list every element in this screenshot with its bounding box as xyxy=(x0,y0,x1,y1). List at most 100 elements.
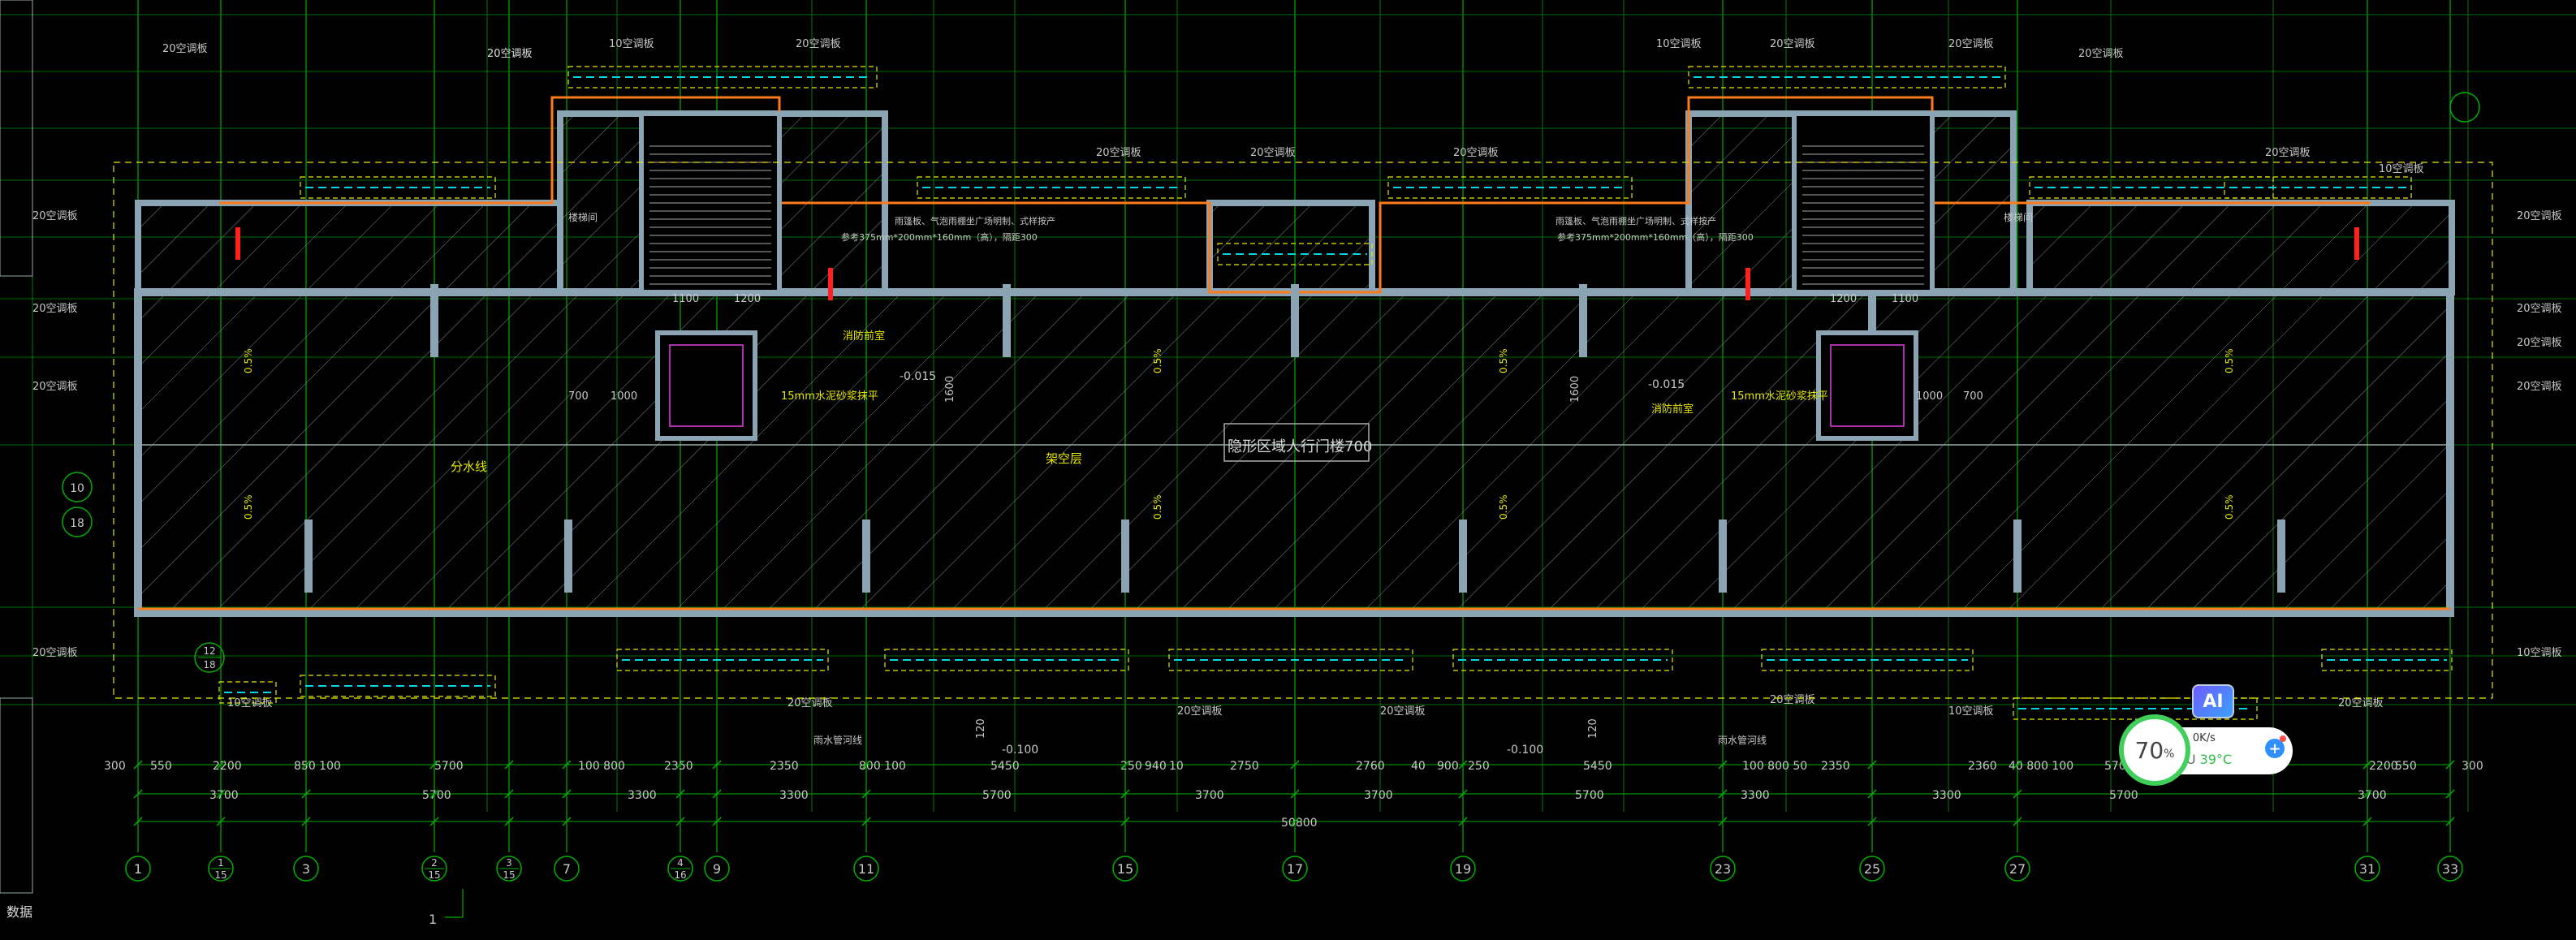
dim-right-edge: 300 xyxy=(2462,760,2483,773)
dim-left-edge: 300 xyxy=(104,760,126,773)
dim-value-row1: 550 xyxy=(2395,760,2417,773)
ac-board-label: 20空调板 xyxy=(2078,48,2124,60)
red-marker xyxy=(828,268,833,300)
dim-value-row1: 800 100 xyxy=(859,760,906,773)
wall-stub xyxy=(564,520,572,593)
axis-bottom-leader xyxy=(445,889,464,918)
ai-assistant-button[interactable]: AI xyxy=(2192,684,2234,718)
wall-stub xyxy=(430,284,438,357)
left-frame xyxy=(0,0,33,277)
ac-board-label: 20空调板 xyxy=(2517,210,2562,222)
left-axis-label: 18 xyxy=(203,659,215,671)
dim-value-row2: 3300 xyxy=(628,789,657,802)
dim-value-row1: 5700 xyxy=(434,760,464,773)
stair-room-left: 楼梯间 xyxy=(568,211,598,223)
drain-label-right: 雨水管河线 xyxy=(1718,734,1767,746)
left-frame-lower xyxy=(0,697,33,894)
dim-value-row1: 5450 xyxy=(1583,760,1612,773)
cpu-temp: 39°C xyxy=(2199,752,2233,767)
ac-board-label: 20空调板 xyxy=(1770,694,1815,706)
ac-board-label: 10空调板 xyxy=(2517,647,2562,659)
water-line-label: 分水线 xyxy=(451,459,487,474)
cpu-usage-circle[interactable]: 70% xyxy=(2119,714,2190,786)
dim-1000-left: 1000 xyxy=(611,390,637,403)
axis-label-top: 2 xyxy=(431,857,438,869)
level-right: -0.015 xyxy=(1648,378,1685,391)
corridor-label: 架空层 xyxy=(1046,451,1082,466)
elevator-note-left: 15mm水泥砂浆抹平 xyxy=(781,390,878,403)
dim-value-row1: 900 xyxy=(1437,760,1459,773)
axis-label: 3 xyxy=(302,861,310,877)
axis-label-bottom: 15 xyxy=(503,869,515,881)
axis-label: 1 xyxy=(134,861,142,877)
dim-1000-right: 1000 xyxy=(1916,390,1943,403)
cad-drawing-canvas[interactable]: 20空调板 10空调板 20空调板 20空调板 20空调板 20空调板 10空调板 20空调板… xyxy=(0,0,2576,940)
dim-value-row1: 2360 xyxy=(1968,760,1997,773)
stair-label-right: 消防前室 xyxy=(1651,403,1694,416)
left-axis-label: 18 xyxy=(70,517,84,530)
level-bottom-right: -0.100 xyxy=(1507,744,1543,757)
dim-1100-left: 1100 xyxy=(672,293,699,305)
slope-label: 0.5% xyxy=(1152,349,1163,374)
system-monitor-widget[interactable]: 70% ↑0K/s CPU 39°C + xyxy=(2119,714,2293,789)
axis-label: 9 xyxy=(713,861,721,877)
axis-label: 33 xyxy=(2442,861,2458,877)
level-left: -0.015 xyxy=(900,370,936,383)
dim-value-row1: 250 xyxy=(1468,760,1490,773)
ac-board-label: 20空调板 xyxy=(32,210,78,222)
left-axis-label: 12 xyxy=(203,645,215,657)
axis-label-bottom: 15 xyxy=(428,869,440,881)
dim-value-row2: 3700 xyxy=(2358,789,2387,802)
ac-board-label: 10空调板 xyxy=(2379,163,2424,175)
wall-stub xyxy=(2277,520,2285,593)
wall-stub xyxy=(862,520,870,593)
wall-stub xyxy=(1579,284,1587,357)
dim-1200-left: 1200 xyxy=(734,293,761,305)
axis-label: 31 xyxy=(2359,861,2375,877)
dim-120-left: 120 xyxy=(975,718,987,739)
dim-1600-right: 1600 xyxy=(1569,376,1581,403)
dim-value-row1: 2750 xyxy=(1230,760,1259,773)
dim-value-row2: 3300 xyxy=(1932,789,1961,802)
dim-value-row2: 3300 xyxy=(1741,789,1770,802)
axis-label-top: 3 xyxy=(506,857,512,869)
elevator-shaft xyxy=(1816,330,1918,441)
axis-label: 11 xyxy=(858,861,874,877)
ac-board-label: 20空调板 xyxy=(487,48,533,60)
dim-value-row1: 2350 xyxy=(770,760,799,773)
dim-value-row1: 2350 xyxy=(1821,760,1850,773)
status-text: 数据 xyxy=(6,904,33,920)
dim-value-row2: 3700 xyxy=(1364,789,1393,802)
ac-board-label: 20空调板 xyxy=(2517,381,2562,393)
ac-board-label: 10空调板 xyxy=(609,38,654,50)
dim-value-row2: 3300 xyxy=(779,789,809,802)
center-note: 隐形区域人行门楼700 xyxy=(1228,438,1372,455)
upper-bay xyxy=(1206,200,1375,295)
red-marker xyxy=(2354,227,2359,260)
slope-label: 0.5% xyxy=(2224,349,2235,374)
dim-value-row1: 10 xyxy=(1169,760,1184,773)
drain-label-left: 雨水管河线 xyxy=(813,734,862,746)
red-marker xyxy=(1745,268,1750,300)
ac-board-label: 20空调板 xyxy=(1096,147,1141,159)
axis-label: 17 xyxy=(1287,861,1303,877)
axis-label-top: 1 xyxy=(218,857,224,869)
ac-board-label: 10空调板 xyxy=(1656,38,1702,50)
wall-stub xyxy=(2013,520,2022,593)
dim-value-row1: 2200 xyxy=(213,760,242,773)
ac-board-label: 20空调板 xyxy=(2517,303,2562,315)
dim-value-row2: 5700 xyxy=(2109,789,2138,802)
axis-label-bottom: 15 xyxy=(214,869,227,881)
ac-board-label: 20空调板 xyxy=(1177,705,1223,718)
dim-value-row1: 100 800 xyxy=(578,760,625,773)
red-marker xyxy=(235,227,240,260)
top-note-right-1: 雨篷板、气泡雨棚坐广场明制、式样按产 xyxy=(1556,215,1716,226)
axis-label: 15 xyxy=(1117,861,1133,877)
top-note-left-2: 参考375mm*200mm*160mm（高），隔距300 xyxy=(841,231,1038,243)
top-right-bubble xyxy=(2449,92,2480,123)
ac-board-label: 20空调板 xyxy=(796,38,841,50)
dim-1600-left: 1600 xyxy=(944,376,956,403)
axis-label: 19 xyxy=(1455,861,1471,877)
axis-label: 25 xyxy=(1864,861,1880,877)
dim-value-row1: 100 800 50 xyxy=(1742,760,1807,773)
